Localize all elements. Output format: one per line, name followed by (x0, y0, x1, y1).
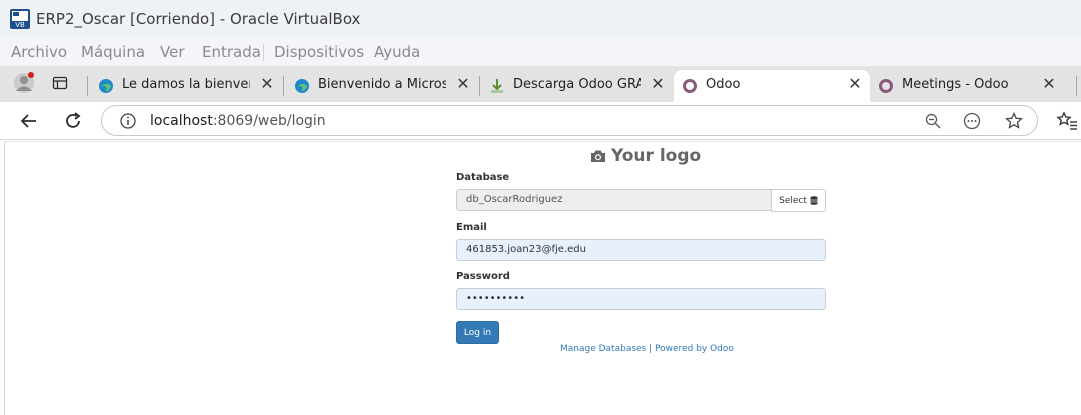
tab-close-icon[interactable]: ✕ (1042, 76, 1056, 92)
tab-close-icon[interactable]: ✕ (848, 76, 862, 92)
window-title: ERP2_Oscar [Corriendo] - Oracle VirtualB… (36, 10, 361, 28)
menu-entrada[interactable]: Entrada (202, 43, 261, 61)
password-label: Password (456, 271, 510, 282)
download-icon (491, 79, 503, 93)
odoo-icon (683, 79, 697, 93)
tab-odoo[interactable]: Odoo ✕ (674, 70, 870, 102)
tab-separator (1076, 76, 1077, 96)
email-label: Email (456, 222, 487, 233)
logo-placeholder: Your logo (590, 146, 701, 166)
tab-label: Descarga Odoo GRATIS - T (513, 77, 641, 92)
menu-ver[interactable]: Ver (160, 43, 185, 61)
virtualbox-menu-bar: Archivo Máquina Ver Entrada Dispositivos… (0, 38, 1081, 66)
refresh-icon[interactable] (62, 110, 84, 132)
zoom-out-icon[interactable] (924, 112, 942, 130)
menu-maquina[interactable]: Máquina (81, 43, 145, 61)
tab-separator (87, 76, 88, 96)
tab-descarga-odoo[interactable]: Descarga Odoo GRATIS - T ✕ (481, 70, 673, 102)
url-host: localhost (150, 113, 213, 129)
tab-label: Bienvenido a Microsoft Ed (318, 77, 446, 92)
url-text[interactable]: localhost:8069/web/login (150, 113, 326, 129)
favorite-star-icon[interactable] (1005, 112, 1023, 130)
browser-tab-strip: Le damos la bienvenida ✕ Bienvenido a Mi… (0, 66, 1081, 102)
tab-actions-icon[interactable] (52, 75, 68, 91)
tab-close-icon[interactable]: ✕ (456, 76, 470, 92)
select-button-label: Select (779, 195, 807, 206)
edge-icon (99, 79, 113, 93)
tab-bienvenido[interactable]: Bienvenido a Microsoft Ed ✕ (286, 70, 478, 102)
edge-icon (295, 79, 309, 93)
odoo-icon (879, 79, 893, 93)
tab-label: Le damos la bienvenida (122, 77, 250, 92)
tab-close-icon[interactable]: ✕ (651, 76, 665, 92)
tab-le-damos[interactable]: Le damos la bienvenida ✕ (90, 70, 282, 102)
browser-toolbar: localhost:8069/web/login (0, 102, 1081, 140)
back-arrow-icon[interactable] (18, 110, 40, 132)
menu-separator (263, 44, 264, 61)
footer-links: Manage Databases | Powered by Odoo (560, 344, 734, 354)
address-bar[interactable]: localhost:8069/web/login (101, 105, 1038, 136)
logo-text: Your logo (611, 146, 702, 166)
tab-close-icon[interactable]: ✕ (260, 76, 274, 92)
footer-separator: | (649, 344, 653, 354)
page-viewport (4, 141, 1081, 415)
camera-icon (591, 150, 605, 162)
profile-icon[interactable] (13, 72, 35, 94)
tab-separator (283, 76, 284, 96)
menu-dispositivos[interactable]: Dispositivos (274, 43, 364, 61)
email-input[interactable]: 461853.joan23@fje.edu (456, 239, 826, 261)
virtualbox-title-bar: VB ERP2_Oscar [Corriendo] - Oracle Virtu… (0, 0, 1081, 38)
manage-databases-link[interactable]: Manage Databases (560, 344, 646, 354)
powered-by-odoo-link[interactable]: Powered by Odoo (655, 344, 734, 354)
svg-text:VB: VB (15, 21, 25, 29)
info-icon[interactable] (119, 112, 137, 130)
url-path: :8069/web/login (212, 113, 326, 129)
menu-archivo[interactable]: Archivo (11, 43, 67, 61)
password-input[interactable]: •••••••••• (456, 288, 826, 310)
database-icon (810, 196, 818, 205)
virtualbox-app-icon: VB (10, 9, 30, 29)
more-options-icon[interactable] (963, 112, 981, 130)
favorites-list-icon[interactable] (1056, 110, 1078, 132)
select-database-button[interactable]: Select (771, 189, 826, 212)
database-label: Database (456, 172, 510, 183)
menu-ayuda[interactable]: Ayuda (374, 43, 420, 61)
tab-meetings[interactable]: Meetings - Odoo ✕ (870, 70, 1066, 102)
tab-label: Odoo (706, 77, 741, 92)
tab-separator (479, 76, 480, 96)
login-button[interactable]: Log in (456, 321, 499, 344)
database-field[interactable]: db_OscarRodriguez (456, 189, 772, 211)
tab-label: Meetings - Odoo (902, 77, 1009, 92)
